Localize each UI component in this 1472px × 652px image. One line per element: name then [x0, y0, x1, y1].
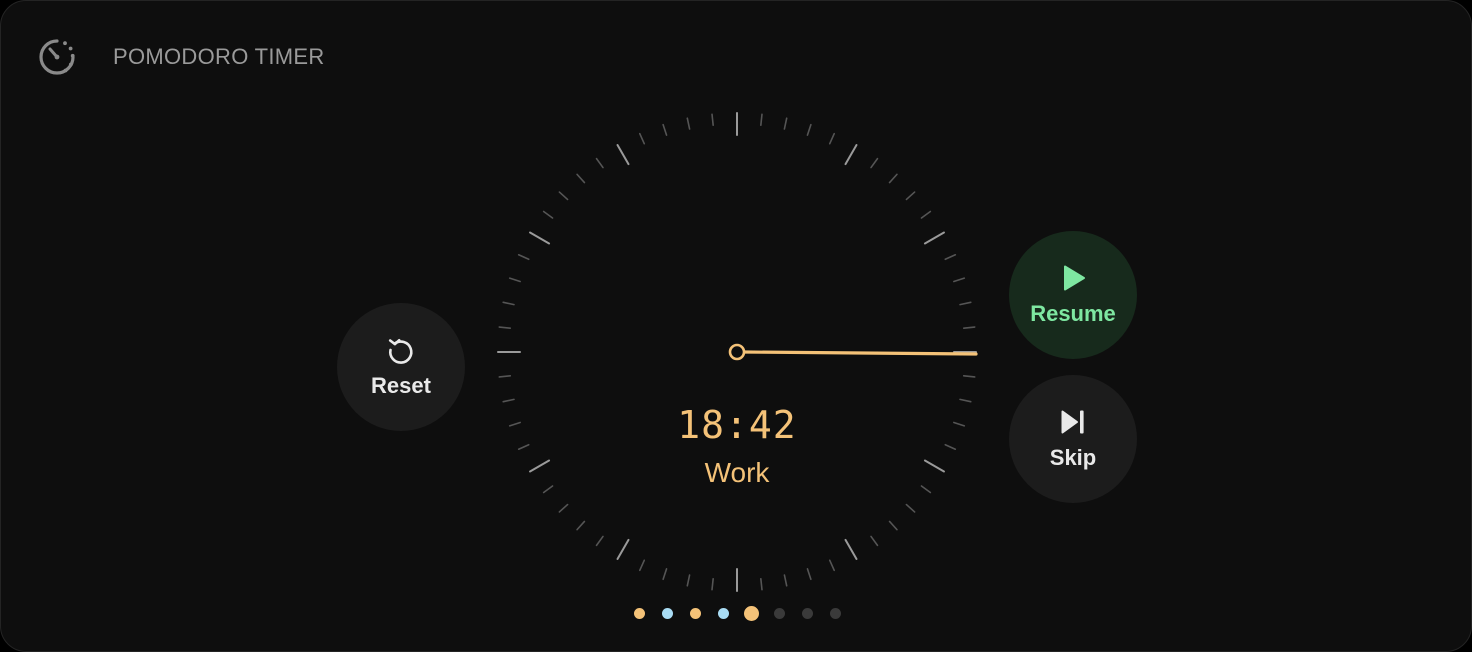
reset-button[interactable]: Reset — [337, 303, 465, 431]
timer-hand — [742, 350, 978, 356]
dial-tick — [760, 577, 763, 591]
dial-tick — [498, 375, 512, 378]
dial-ticks — [497, 112, 978, 592]
time-remaining: 18:42 — [677, 403, 797, 447]
dial-tick — [806, 568, 812, 581]
dial-tick — [662, 568, 668, 581]
skip-forward-icon — [1061, 410, 1084, 434]
session-dot-1 — [633, 608, 645, 619]
timer-icon — [39, 39, 75, 75]
timer-dial: 18:42 Work — [496, 111, 978, 593]
dial-tick — [595, 535, 604, 547]
dial-tick — [944, 253, 957, 261]
timer-window: POMODORO TIMER 18:42 Work Reset Resume S… — [0, 0, 1472, 652]
dial-tick — [498, 326, 512, 329]
resume-label: Resume — [1030, 301, 1116, 326]
dial-tick — [920, 210, 932, 219]
dial-tick — [711, 113, 714, 127]
dial-tick — [502, 301, 515, 306]
session-progress — [1, 606, 1471, 621]
dial-tick — [783, 574, 788, 587]
skip-button[interactable]: Skip — [1009, 375, 1137, 503]
phase-label: Work — [704, 457, 770, 488]
dial-tick — [595, 157, 604, 169]
dial-tick — [711, 577, 714, 591]
session-dot-5 — [743, 606, 759, 621]
dial-tick — [806, 123, 812, 136]
dial-tick — [923, 231, 945, 245]
dial-tick — [686, 117, 691, 130]
reset-icon — [388, 338, 413, 364]
dial-tick — [870, 535, 879, 547]
dial-tick — [959, 301, 972, 306]
dial-tick — [962, 375, 976, 378]
hand-pivot — [728, 343, 746, 361]
dial-tick — [576, 173, 586, 184]
dial-tick — [888, 173, 898, 184]
dial-tick — [959, 398, 972, 403]
dial-tick — [844, 144, 858, 166]
session-dot-3 — [689, 608, 701, 619]
skip-label: Skip — [1049, 445, 1097, 470]
dial-tick — [662, 123, 668, 136]
dial-tick — [686, 574, 691, 587]
dial-tick — [962, 326, 976, 329]
session-dot-4 — [717, 608, 729, 619]
dial-tick — [828, 132, 836, 145]
dial-tick — [638, 559, 646, 572]
reset-label: Reset — [371, 373, 431, 398]
dial-tick — [517, 253, 530, 261]
header: POMODORO TIMER — [35, 35, 325, 79]
session-dot-2 — [661, 608, 673, 619]
dial-tick — [844, 538, 858, 560]
dial-tick — [542, 210, 554, 219]
dial-tick — [502, 398, 515, 403]
dial-tick — [529, 231, 551, 245]
dial-tick — [508, 277, 521, 283]
dial-tick — [870, 157, 879, 169]
resume-button[interactable]: Resume — [1009, 231, 1137, 359]
dial-tick — [576, 520, 586, 531]
dial-tick — [905, 503, 916, 513]
app-title: POMODORO TIMER — [113, 44, 325, 69]
dial-tick — [638, 132, 646, 145]
dial-tick — [828, 559, 836, 572]
dial-tick — [953, 277, 966, 283]
dial-tick — [760, 113, 763, 127]
session-dot-6 — [773, 608, 785, 619]
session-dot-7 — [801, 608, 813, 619]
dial-tick — [888, 520, 898, 531]
play-icon — [1064, 265, 1085, 291]
dial-tick — [905, 191, 916, 201]
dial-tick — [558, 191, 569, 201]
session-dot-8 — [829, 608, 841, 619]
dial-tick — [558, 503, 569, 513]
dial-tick — [616, 538, 630, 560]
dial-tick — [616, 144, 630, 166]
dial-tick — [783, 117, 788, 130]
